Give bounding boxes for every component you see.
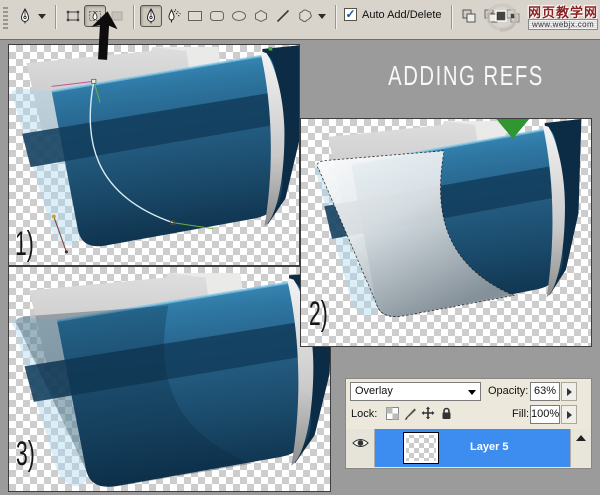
auto-add-delete-option: Auto Add/Delete: [344, 8, 442, 21]
separator: [335, 5, 337, 29]
pen-tool-icon: [143, 8, 159, 24]
brush-icon: [404, 407, 417, 420]
fill-input[interactable]: 100%: [530, 405, 560, 424]
tool-polygon-button[interactable]: [250, 5, 272, 27]
current-tool-pen-icon[interactable]: [14, 5, 36, 27]
lock-transparency-button[interactable]: [385, 406, 399, 420]
polygon-icon: [253, 8, 269, 24]
screenshot-root: Auto Add/Delete: [0, 0, 600, 495]
tool-freeform-pen-button[interactable]: [162, 5, 184, 27]
mode-shape-layers-button[interactable]: [62, 5, 84, 27]
layer-name: Layer 5: [470, 441, 509, 453]
opacity-input[interactable]: 63%: [530, 382, 560, 401]
auto-add-delete-checkbox[interactable]: [344, 8, 357, 21]
step1-canvas: 1): [8, 44, 300, 266]
step1-label: 1): [15, 227, 34, 261]
add-shape-icon: [461, 8, 477, 24]
custom-shape-icon: [297, 8, 313, 24]
toolbar-grip[interactable]: [3, 5, 8, 29]
blend-mode-value: Overlay: [355, 385, 393, 397]
tool-rounded-rectangle-button[interactable]: [206, 5, 228, 27]
chevron-down-icon: [468, 390, 476, 395]
page-title: ADDING REFS: [377, 60, 555, 93]
separator: [55, 5, 57, 29]
move-icon: [421, 406, 435, 420]
folder-artwork-step1: [8, 45, 300, 266]
freeform-pen-icon: [165, 8, 181, 24]
layers-scrollbar[interactable]: [570, 429, 591, 467]
rounded-rectangle-icon: [209, 8, 225, 24]
eye-icon: [352, 437, 369, 449]
tool-pen-button[interactable]: [140, 5, 162, 27]
tool-custom-shape-button[interactable]: [294, 5, 316, 27]
lock-transparency-icon: [386, 407, 399, 420]
lock-buttons: [385, 406, 453, 420]
opacity-slider-button[interactable]: [561, 382, 577, 401]
pen-icon: [17, 8, 33, 24]
auto-add-delete-label: Auto Add/Delete: [362, 9, 442, 21]
folder-artwork-step3: [8, 271, 331, 492]
step3-canvas: 3): [8, 266, 331, 492]
lock-icon: [440, 407, 453, 420]
folder-artwork-step2: [303, 119, 592, 337]
step2-canvas: 2): [300, 118, 592, 347]
tool-rectangle-button[interactable]: [184, 5, 206, 27]
layer-item-selected[interactable]: Layer 5: [375, 429, 570, 467]
layer-thumbnail[interactable]: [403, 432, 439, 464]
blend-opacity-row: Overlay Opacity: 63%: [346, 379, 591, 403]
opacity-label: Opacity:: [488, 385, 528, 397]
watermark-logo-icon: [482, 0, 526, 34]
add-to-shape-area-button[interactable]: [458, 5, 480, 27]
watermark: 网页教学网 www.webjx.com: [482, 0, 600, 34]
lock-label: Lock:: [351, 408, 377, 420]
tool-line-button[interactable]: [272, 5, 294, 27]
lock-position-button[interactable]: [421, 406, 435, 420]
ellipse-icon: [231, 8, 247, 24]
step2-label: 2): [309, 297, 328, 331]
lock-paint-button[interactable]: [403, 406, 417, 420]
step3-label: 3): [16, 437, 35, 471]
tool-preset-dropdown-arrow[interactable]: [38, 14, 46, 19]
separator: [451, 5, 453, 29]
lock-all-button[interactable]: [439, 406, 453, 420]
fill-slider-button[interactable]: [561, 405, 577, 424]
layer-row: Layer 5: [346, 429, 591, 467]
separator: [133, 5, 135, 29]
watermark-site-url: www.webjx.com: [528, 19, 598, 30]
shape-layers-icon: [65, 8, 81, 24]
rectangle-icon: [187, 8, 203, 24]
blend-mode-select[interactable]: Overlay: [350, 382, 481, 401]
layer-visibility-toggle[interactable]: [346, 429, 375, 467]
shape-options-dropdown-arrow[interactable]: [318, 14, 326, 19]
layers-panel: Overlay Opacity: 63% Lock:: [345, 378, 592, 469]
line-icon: [275, 8, 291, 24]
tool-ellipse-button[interactable]: [228, 5, 250, 27]
fill-label: Fill:: [512, 408, 529, 420]
